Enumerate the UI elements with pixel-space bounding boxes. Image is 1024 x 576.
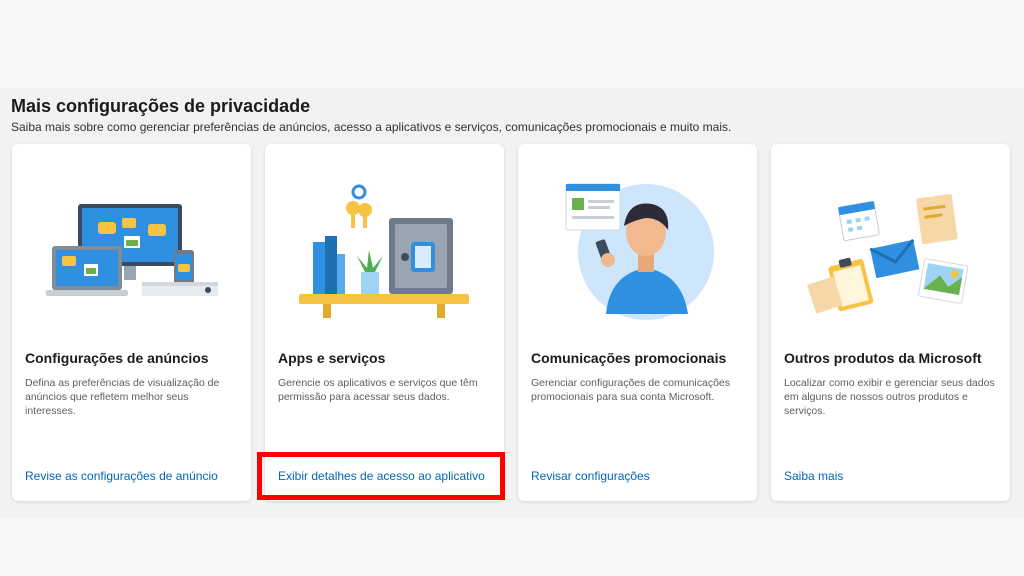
- person-phone-illustration: [565, 183, 714, 320]
- section-subheading: Saiba mais sobre como gerenciar preferên…: [11, 120, 732, 134]
- top-band: [0, 0, 1024, 88]
- card-other-microsoft-products: Outros produtos da Microsoft Localizar c…: [771, 144, 1010, 501]
- devices-ads-illustration: [46, 204, 218, 296]
- card-title: Comunicações promocionais: [531, 350, 727, 366]
- learn-more-link[interactable]: Saiba mais: [784, 469, 843, 483]
- view-app-access-details-link[interactable]: Exibir detalhes de acesso ao aplicativo: [278, 469, 485, 483]
- bottom-band: [0, 518, 1024, 576]
- card-description: Gerencie os aplicativos e serviços que t…: [278, 377, 478, 403]
- shelf-safe-keys-illustration: [299, 184, 469, 318]
- card-title: Configurações de anúncios: [25, 350, 209, 366]
- review-settings-link[interactable]: Revisar configurações: [531, 469, 650, 483]
- office-items-illustration: [807, 193, 969, 314]
- card-description: Defina as preferências de visualização d…: [25, 377, 220, 417]
- card-ad-settings: Configurações de anúncios Defina as pref…: [12, 144, 251, 501]
- card-description: Localizar como exibir e gerenciar seus d…: [784, 377, 995, 417]
- card-promotional-communications: Comunicações promocionais Gerenciar conf…: [518, 144, 757, 501]
- card-description: Gerenciar configurações de comunicações …: [531, 377, 731, 403]
- section-heading: Mais configurações de privacidade: [11, 96, 311, 116]
- review-ad-settings-link[interactable]: Revise as configurações de anúncio: [25, 469, 218, 483]
- card-title: Apps e serviços: [278, 350, 386, 366]
- card-title: Outros produtos da Microsoft: [784, 350, 982, 366]
- card-apps-services: Apps e serviços Gerencie os aplicativos …: [265, 144, 504, 501]
